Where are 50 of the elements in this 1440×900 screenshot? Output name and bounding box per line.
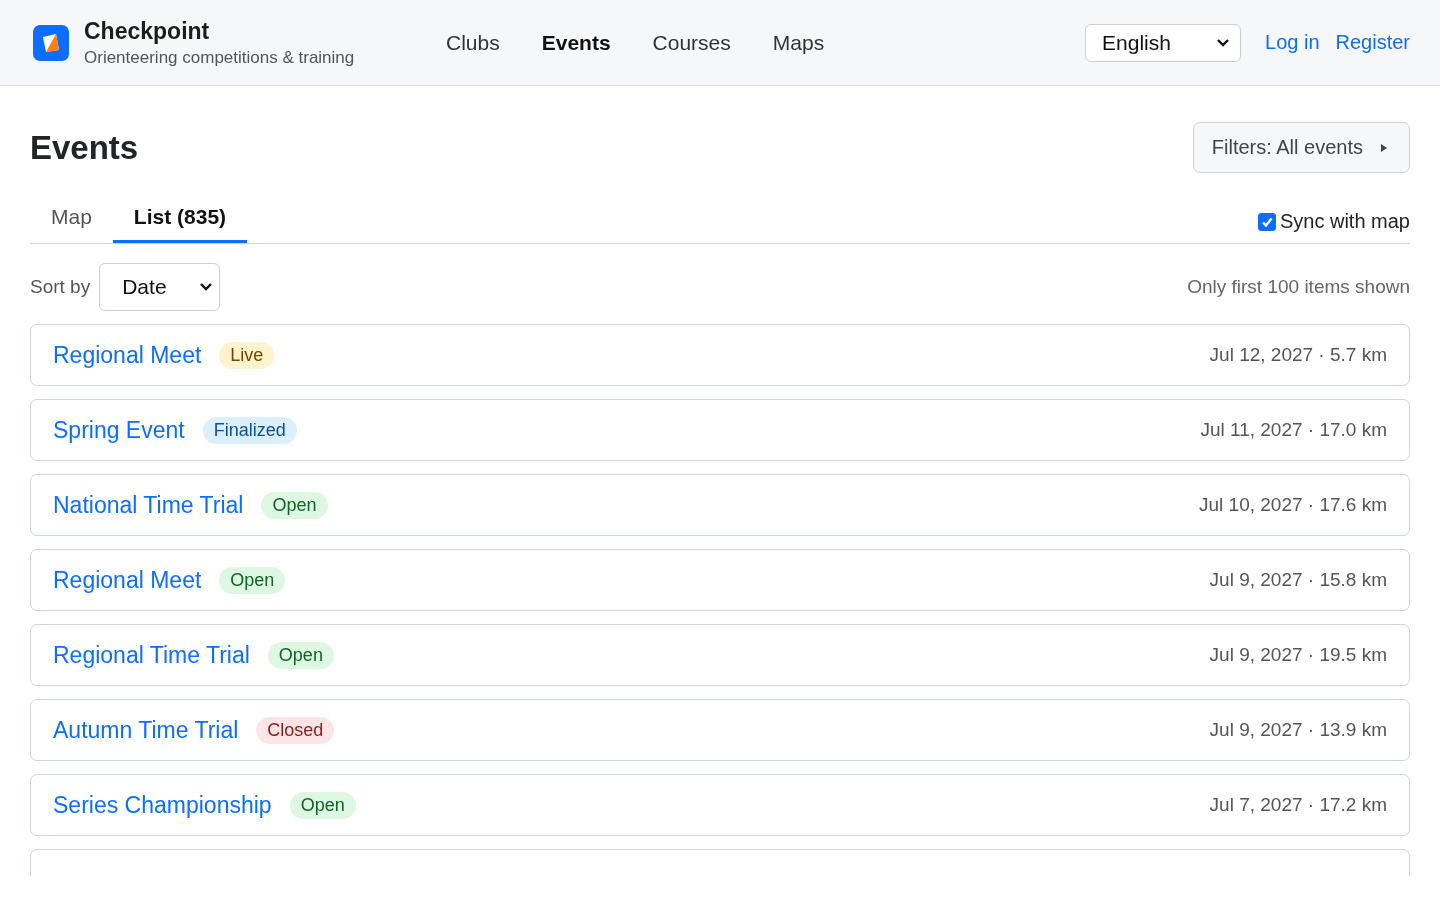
event-link[interactable]: Spring Event — [53, 416, 185, 444]
language-select[interactable]: English — [1085, 23, 1241, 62]
auth-link[interactable]: Register — [1335, 31, 1410, 54]
sort-select[interactable]: Date — [99, 263, 221, 311]
event-link[interactable]: Series Championship — [53, 791, 272, 819]
caret-icon — [1381, 143, 1387, 152]
event-card[interactable]: Regional Time Trial Open Jul 9, 2027 · 19.5 km — [30, 624, 1410, 686]
event-link[interactable]: Regional Meet — [53, 566, 202, 594]
auth-link[interactable]: Log in — [1265, 31, 1320, 54]
event-card[interactable]: Autumn Time Trial Closed Jul 9, 2027 · 13.9 km — [30, 699, 1410, 761]
event-meta: Jul 10, 2027 · 17.6 km — [1199, 494, 1387, 516]
status-badge: Open — [267, 641, 334, 669]
nav-link[interactable]: Courses — [652, 30, 731, 55]
event-meta: Jul 7, 2027 · 17.2 km — [1209, 794, 1387, 816]
view-tab[interactable]: List (835) — [112, 195, 248, 243]
nav-link[interactable]: Events — [541, 30, 611, 55]
event-meta: Jul 9, 2027 · 15.8 km — [1209, 569, 1387, 591]
status-badge: Live — [219, 341, 275, 369]
event-meta: Jul 9, 2027 · 19.5 km — [1209, 644, 1387, 666]
items-note: Only first 100 items shown — [1187, 276, 1410, 298]
event-meta: Jul 9, 2027 · 13.9 km — [1209, 719, 1387, 741]
status-badge: Open — [289, 791, 356, 819]
event-card[interactable]: Regional Meet Open Jul 9, 2027 · 15.8 km — [30, 549, 1410, 611]
event-meta: Jul 12, 2027 · 5.7 km — [1209, 344, 1387, 366]
brand-tagline: Orienteering competitions & training — [84, 47, 355, 68]
status-badge: Open — [219, 566, 286, 594]
chevron-down-icon — [1216, 37, 1230, 48]
event-link[interactable]: Regional Meet — [53, 341, 202, 369]
event-link[interactable]: National Time Trial — [53, 491, 244, 519]
view-tab[interactable]: Map — [30, 195, 113, 243]
event-card[interactable]: National Time Trial Open Jul 10, 2027 · 17.6 km — [30, 474, 1410, 536]
sort-label: Sort by — [30, 276, 91, 298]
event-meta: Jul 11, 2027 · 17.0 km — [1200, 419, 1387, 441]
status-badge: Finalized — [202, 416, 297, 444]
event-card[interactable]: Regional Meet Live Jul 12, 2027 · 5.7 km — [30, 324, 1410, 386]
brand-name: Checkpoint — [84, 17, 211, 45]
event-link[interactable]: Autumn Time Trial — [53, 716, 239, 744]
event-card[interactable]: Series Championship Open Jul 7, 2027 · 17.2 km — [30, 774, 1410, 836]
page-title: Events — [30, 128, 139, 167]
nav-link[interactable]: Maps — [772, 30, 825, 55]
sync-checkbox[interactable] — [1257, 212, 1276, 231]
status-badge: Closed — [256, 716, 335, 744]
sync-label: Sync with map — [1279, 210, 1410, 233]
chevron-down-icon — [199, 282, 214, 292]
status-badge: Open — [261, 491, 328, 519]
event-link[interactable]: Regional Time Trial — [53, 641, 250, 669]
nav-link[interactable]: Clubs — [446, 30, 500, 55]
event-card[interactable]: Spring Event Finalized Jul 11, 2027 · 17.0 km — [30, 399, 1410, 461]
filters-button[interactable]: Filters: All events — [1192, 122, 1410, 173]
logo-icon — [32, 23, 70, 62]
